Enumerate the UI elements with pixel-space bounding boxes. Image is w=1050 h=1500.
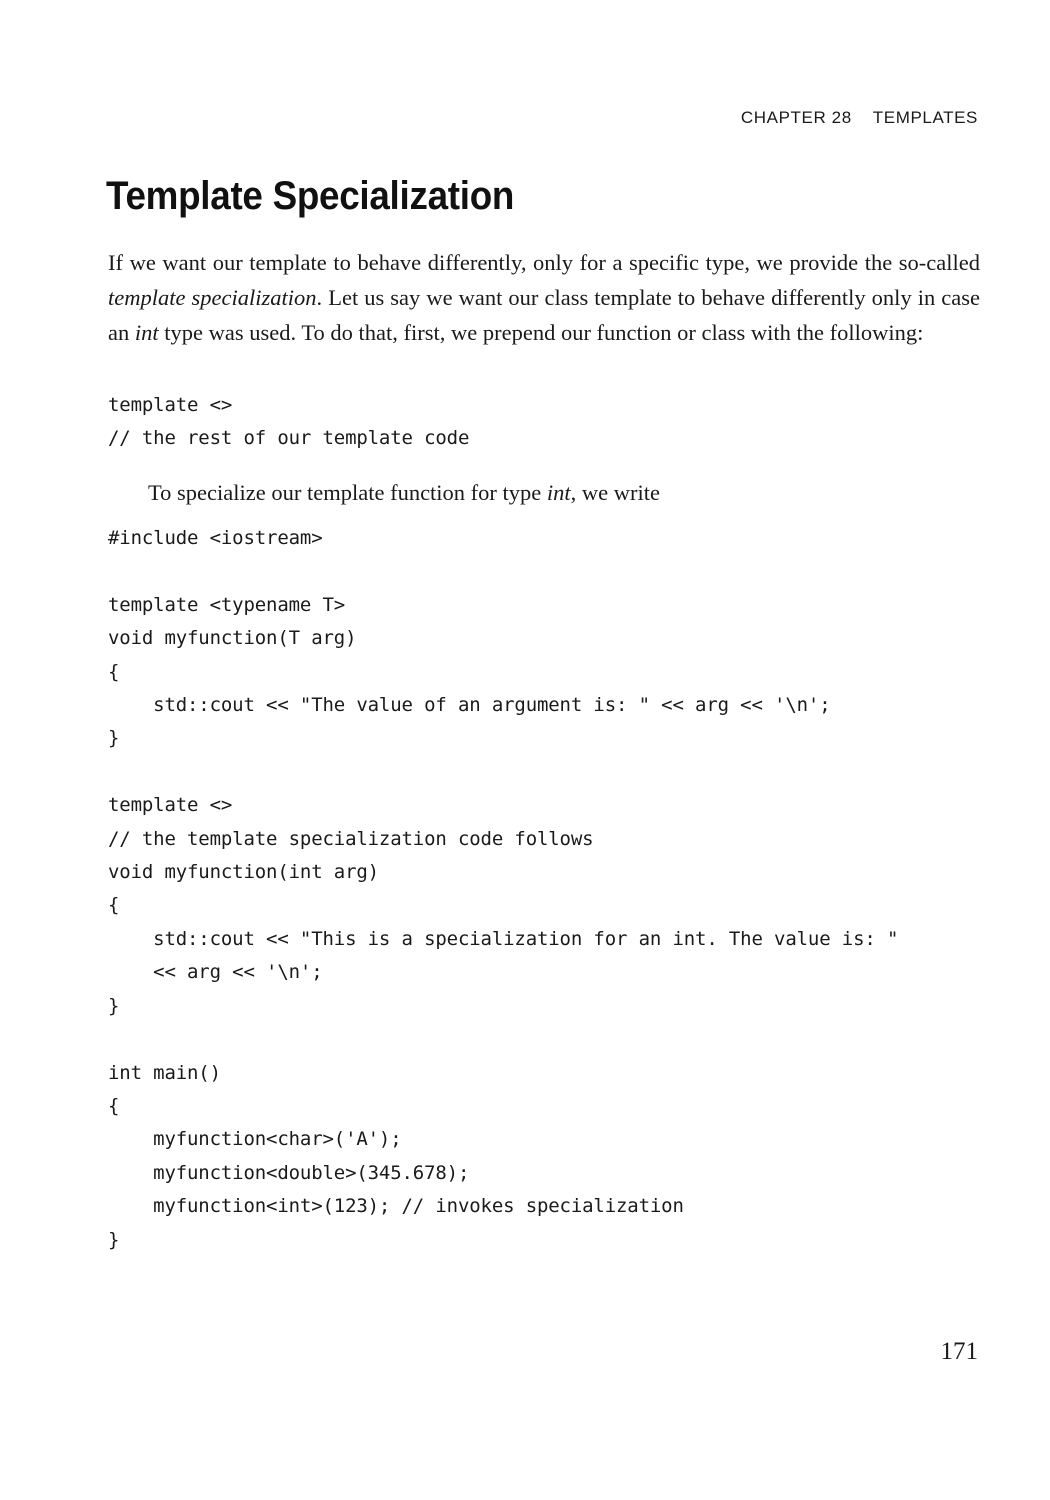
- specialize-text-part-1: To specialize our template function for …: [148, 479, 547, 505]
- book-page: CHAPTER 28 TEMPLATES Template Specializa…: [0, 0, 1050, 1500]
- intro-text-part-3: type was used. To do that, first, we pre…: [158, 319, 924, 345]
- page-title: Template Specialization: [106, 173, 515, 218]
- page-number: 171: [940, 1338, 979, 1365]
- specialize-text-part-2: , we write: [570, 479, 661, 505]
- intro-text-part-1: If we want our template to behave differ…: [108, 249, 980, 275]
- running-head: CHAPTER 28 TEMPLATES: [740, 108, 978, 127]
- code-block-template-prefix: template <> // the rest of our template …: [108, 394, 470, 450]
- paragraph-specialize: To specialize our template function for …: [108, 475, 980, 510]
- intro-emphasis-int: int: [134, 319, 159, 345]
- specialize-emphasis-int: int: [546, 479, 571, 505]
- intro-emphasis-template-specialization: template specialization: [108, 284, 317, 310]
- paragraph-intro: If we want our template to behave differ…: [108, 245, 980, 350]
- code-block-specialization-example: #include <iostream> template <typename T…: [108, 527, 899, 1251]
